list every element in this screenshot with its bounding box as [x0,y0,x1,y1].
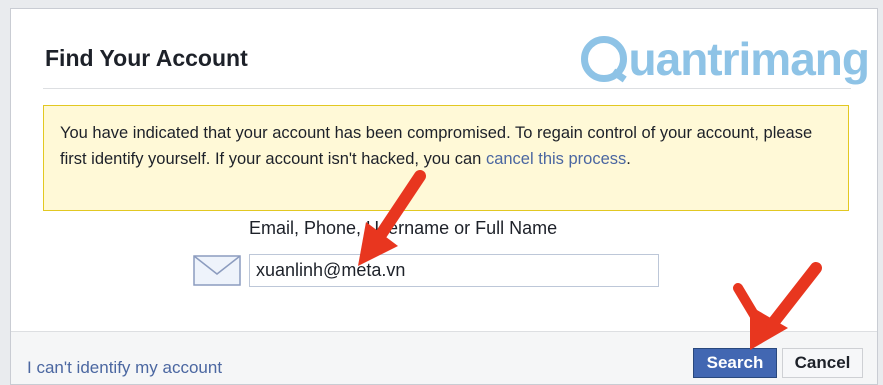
annotation-arrow-icon [358,170,426,266]
cancel-process-link[interactable]: cancel this process [486,150,626,168]
annotation-arrow-icon [733,262,822,350]
compromised-notice: You have indicated that your account has… [43,105,849,211]
notice-text: You have indicated that your account has… [60,124,813,168]
page-title: Find Your Account [45,45,248,71]
title-divider [43,88,851,89]
envelope-icon [193,255,241,286]
email-field[interactable] [249,254,659,287]
notice-end: . [626,150,631,168]
watermark-logo: uantrimang [580,29,870,89]
cant-identify-link[interactable]: I can't identify my account [27,358,222,378]
watermark-q-icon [580,36,627,82]
watermark-text: uantrimang [628,33,870,85]
